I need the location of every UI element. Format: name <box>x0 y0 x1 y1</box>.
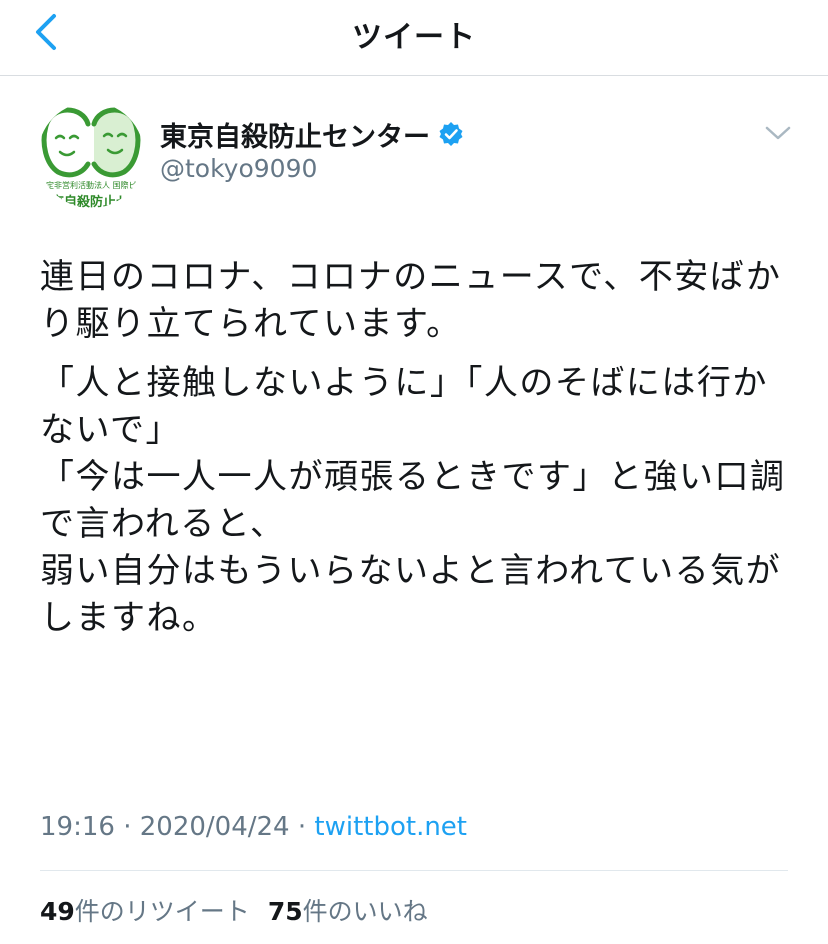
tweet-date: 2020/04/24 <box>139 812 290 842</box>
divider <box>40 870 788 871</box>
display-name[interactable]: 東京自殺防止センター <box>160 115 430 154</box>
like-label: 件のいいね <box>302 897 428 926</box>
tweet-paragraph: 「人と接触しないように」「人のそばには行かないで」 「今は一人一人が頑張るときで… <box>40 363 786 638</box>
user-handle[interactable]: @tokyo9090 <box>160 154 317 183</box>
tweet-time: 19:16 <box>40 812 115 842</box>
page-title: ツイート <box>352 20 476 55</box>
retweet-label: 件のリツイート <box>74 897 250 926</box>
meta-separator: · <box>123 812 132 842</box>
retweet-count: 49 <box>40 897 75 926</box>
tweet-paragraph: 連日のコロナ、コロナのニュースで、不安ばかり駆り立てられています。 <box>40 257 782 344</box>
like-count: 75 <box>267 897 303 926</box>
logo-text-bottom: 東京自殺防止センター <box>38 195 144 208</box>
tweet-options-button[interactable] <box>764 122 792 144</box>
user-name-row[interactable]: 東京自殺防止センター <box>160 115 464 154</box>
tweet-metadata: 19:16 · 2020/04/24 · twittbot.net <box>40 812 467 842</box>
navigation-bar: ツイート <box>0 0 828 76</box>
verified-badge-icon <box>439 122 463 146</box>
retweets-stat[interactable]: 49件のリツイート <box>40 897 250 926</box>
likes-stat[interactable]: 75件のいいね <box>268 897 428 926</box>
tweet-source-link[interactable]: twittbot.net <box>314 812 467 842</box>
tweet-text: 連日のコロナ、コロナのニュースで、不安ばかり駆り立てられています。 「人と接触し… <box>40 254 800 642</box>
logo-text-top: 特定非営利活動法人 国際ビフレンダーズ <box>38 181 144 190</box>
meta-separator: · <box>297 812 307 842</box>
tweet-stats: 49件のリツイート 75件のいいね <box>40 892 428 928</box>
avatar[interactable]: 特定非営利活動法人 国際ビフレンダーズ 東京自殺防止センター <box>38 102 144 208</box>
chevron-down-icon <box>765 126 791 140</box>
